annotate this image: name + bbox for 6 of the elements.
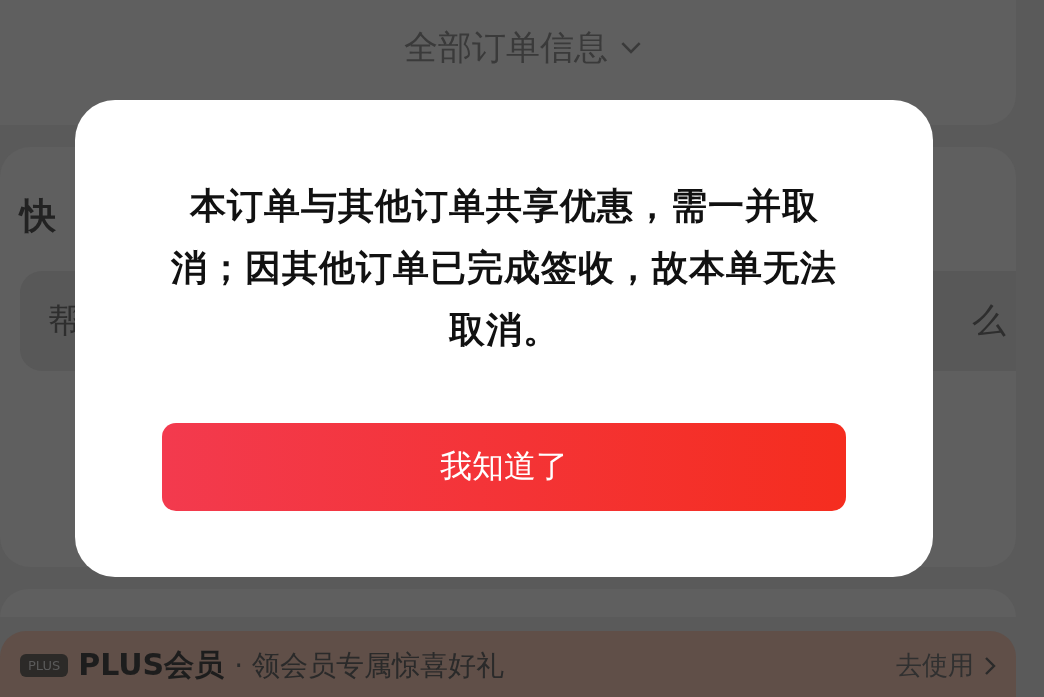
chevron-right-icon — [984, 655, 996, 676]
confirm-button[interactable]: 我知道了 — [162, 423, 846, 511]
dialog-message: 本订单与其他订单共享优惠，需一并取消；因其他订单已完成签收，故本单无法取消。 — [170, 184, 838, 352]
plus-title: PLUS会员 — [78, 646, 225, 684]
chevron-down-icon — [620, 41, 642, 54]
section-title: 快 — [20, 194, 56, 238]
